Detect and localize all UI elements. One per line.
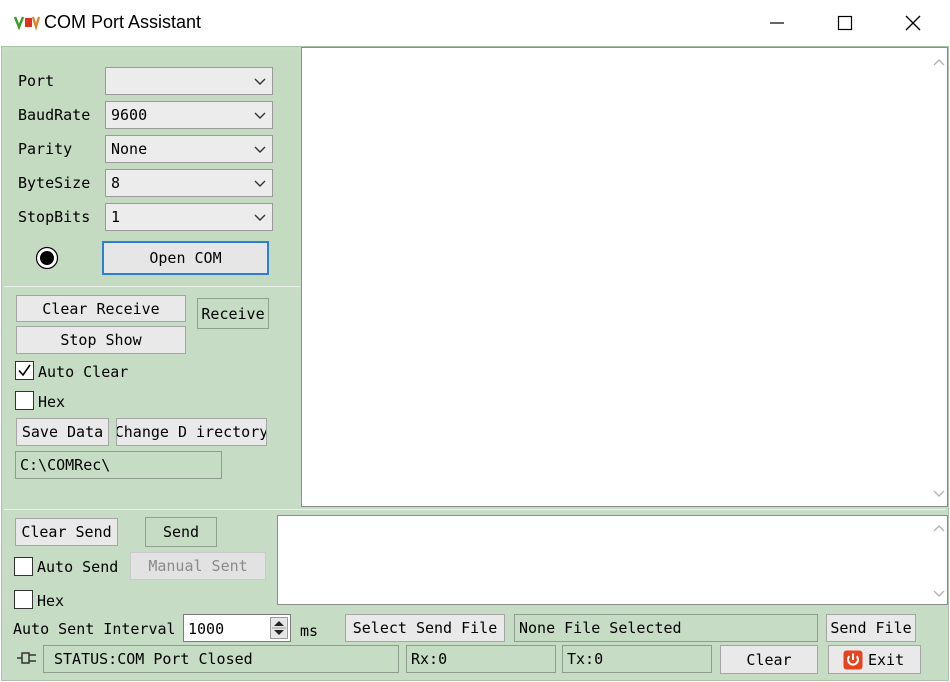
directory-field: C:\COMRec\ (15, 451, 222, 479)
stop-show-label: Stop Show (60, 331, 142, 349)
connector-icon (17, 652, 36, 664)
auto-clear-checkbox[interactable] (15, 361, 34, 380)
title-bar: COM Port Assistant (0, 0, 950, 46)
auto-clear-label: Auto Clear (38, 363, 129, 381)
parity-label: Parity (18, 140, 73, 158)
interval-value: 1000 (188, 620, 225, 638)
maximize-icon (837, 15, 853, 31)
interval-spinner[interactable] (270, 617, 288, 639)
clear-send-label: Clear Send (21, 523, 112, 541)
maximize-button[interactable] (812, 0, 878, 46)
save-data-button[interactable]: Save Data (16, 418, 109, 446)
exit-button[interactable]: Exit (828, 645, 921, 674)
minimize-icon (770, 22, 784, 24)
scroll-down-icon[interactable] (933, 590, 945, 598)
rx-value: Rx:0 (411, 650, 448, 668)
receive-hex-checkbox[interactable] (15, 391, 34, 410)
window-title: COM Port Assistant (44, 12, 202, 32)
clear-counters-label: Clear (746, 650, 792, 669)
interval-input[interactable]: 1000 (183, 614, 291, 642)
tx-value: Tx:0 (567, 650, 604, 668)
send-file-label: Send File (830, 619, 912, 637)
auto-send-checkbox[interactable] (14, 557, 33, 576)
send-textarea[interactable] (277, 515, 948, 605)
send-file-name-field: None File Selected (514, 614, 818, 642)
parity-select[interactable]: None (105, 135, 273, 163)
power-icon (843, 650, 863, 669)
receive-label: Receive (201, 304, 265, 323)
send-hex-checkbox[interactable] (14, 590, 33, 609)
send-file-name: None File Selected (519, 619, 682, 637)
receive-hex-label: Hex (38, 393, 66, 411)
directory-value: C:\COMRec\ (20, 456, 111, 474)
port-settings-panel: Port BaudRate 9600 Parity None ByteSize … (4, 50, 300, 287)
stopbits-value: 1 (111, 208, 121, 226)
change-directory-button[interactable]: Change D irectory (116, 418, 267, 446)
status-text: STATUS:COM Port Closed (54, 650, 253, 668)
close-icon (905, 15, 921, 31)
send-file-button[interactable]: Send File (826, 614, 916, 642)
manual-sent-button: Manual Sent (130, 552, 266, 580)
chevron-down-icon (254, 78, 266, 85)
port-select[interactable] (105, 67, 273, 95)
baudrate-value: 9600 (111, 106, 148, 124)
select-send-file-button[interactable]: Select Send File (345, 614, 505, 642)
port-label: Port (18, 72, 55, 90)
exit-label: Exit (868, 650, 905, 669)
open-com-button[interactable]: Open COM (102, 241, 269, 275)
interval-label: Auto Sent Interval (13, 620, 176, 638)
status-field: STATUS:COM Port Closed (43, 645, 399, 673)
baudrate-select[interactable]: 9600 (105, 101, 273, 129)
clear-counters-button[interactable]: Clear (720, 645, 818, 674)
minimize-button[interactable] (744, 0, 810, 46)
save-data-label: Save Data (21, 423, 104, 441)
port-status-indicator-icon (35, 246, 59, 270)
tx-counter: Tx:0 (562, 645, 712, 673)
receive-textarea[interactable] (301, 47, 948, 507)
send-button[interactable]: Send (145, 517, 217, 547)
scroll-up-icon[interactable] (933, 524, 945, 532)
scroll-down-icon[interactable] (933, 490, 945, 498)
spinner-arrows-icon (272, 621, 286, 635)
auto-send-label: Auto Send (37, 558, 119, 576)
stopbits-label: StopBits (18, 208, 91, 226)
stopbits-select[interactable]: 1 (105, 203, 273, 231)
bytesize-select[interactable]: 8 (105, 169, 273, 197)
baudrate-label: BaudRate (18, 106, 91, 124)
rx-counter: Rx:0 (406, 645, 556, 673)
bytesize-value: 8 (111, 174, 121, 192)
stop-show-button[interactable]: Stop Show (16, 326, 186, 354)
chevron-down-icon (254, 214, 266, 221)
send-hex-label: Hex (37, 592, 65, 610)
checkmark-icon (18, 364, 31, 377)
app-icon (13, 12, 41, 32)
interval-unit: ms (300, 622, 319, 640)
clear-receive-button[interactable]: Clear Receive (16, 295, 186, 322)
receive-scrollbar[interactable] (930, 48, 947, 506)
chevron-down-icon (254, 112, 266, 119)
bytesize-label: ByteSize (18, 174, 91, 192)
select-send-file-label: Select Send File (352, 619, 498, 637)
receive-button[interactable]: Receive (197, 298, 269, 329)
close-button[interactable] (880, 0, 946, 46)
open-com-label: Open COM (149, 249, 222, 267)
manual-sent-label: Manual Sent (148, 557, 248, 575)
send-scrollbar[interactable] (930, 516, 947, 604)
chevron-down-icon (254, 180, 266, 187)
clear-send-button[interactable]: Clear Send (15, 518, 118, 546)
scroll-up-icon[interactable] (933, 58, 945, 66)
separator (4, 509, 946, 510)
change-directory-label: Change D irectory (116, 423, 267, 441)
send-label: Send (162, 523, 200, 541)
clear-receive-label: Clear Receive (42, 299, 160, 318)
parity-value: None (111, 140, 148, 158)
chevron-down-icon (254, 146, 266, 153)
